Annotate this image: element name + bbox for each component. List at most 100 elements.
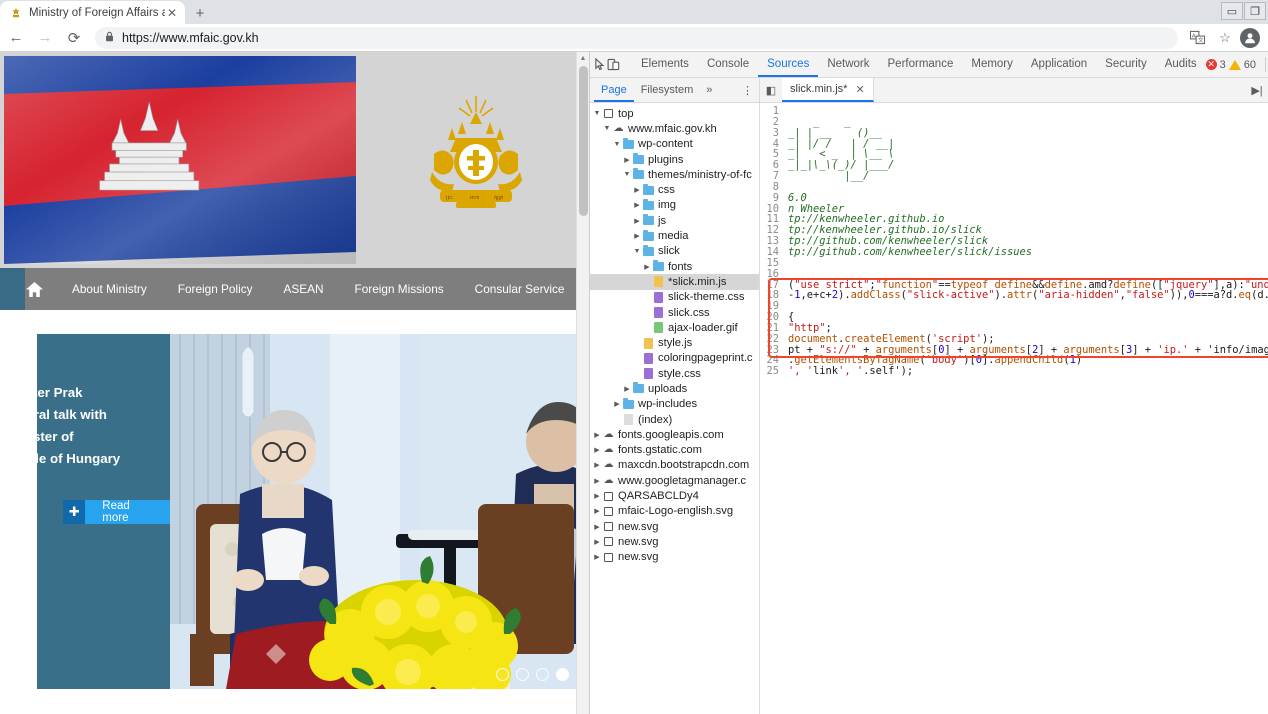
reload-button[interactable]: ⟳: [61, 25, 87, 51]
profile-avatar[interactable]: [1240, 28, 1260, 48]
page-vertical-scrollbar[interactable]: ▲: [576, 52, 589, 714]
devtools-tab-security[interactable]: Security: [1096, 52, 1156, 77]
file-tree-item[interactable]: ▶img: [590, 198, 759, 213]
tree-twisty-icon[interactable]: ▼: [632, 248, 642, 255]
file-tree-item[interactable]: slick.css: [590, 305, 759, 320]
nav-item-about-ministry[interactable]: About Ministry: [72, 282, 147, 296]
navigator-kebab-icon[interactable]: ⋮: [742, 84, 759, 97]
nav-item-consular-service[interactable]: Consular Service: [475, 282, 565, 296]
devtools-tab-application[interactable]: Application: [1022, 52, 1096, 77]
tree-twisty-icon[interactable]: ▶: [632, 232, 642, 240]
devtools-tab-sources[interactable]: Sources: [758, 52, 818, 77]
editor-panel-toggle-icon[interactable]: ◧: [760, 78, 782, 102]
file-tree-item[interactable]: ▶mfaic-Logo-english.svg: [590, 504, 759, 519]
file-tree-item[interactable]: ▶js: [590, 213, 759, 228]
tree-twisty-icon[interactable]: ▼: [592, 110, 602, 117]
source-code-view[interactable]: 12 _ _3_| | __ ()__4_| |/ / | / __|5_| <…: [760, 103, 1268, 713]
tree-twisty-icon[interactable]: ▶: [592, 492, 602, 500]
translate-icon[interactable]: A 文: [1184, 25, 1210, 51]
tree-twisty-icon[interactable]: ▶: [592, 523, 602, 531]
file-tree-item[interactable]: ▶uploads: [590, 381, 759, 396]
tree-twisty-icon[interactable]: ▶: [592, 461, 602, 469]
file-tree-item[interactable]: ▶plugins: [590, 152, 759, 167]
plus-icon[interactable]: ✚: [63, 500, 85, 524]
tree-twisty-icon[interactable]: ▶: [592, 431, 602, 439]
file-tree-item[interactable]: ▶☁www.googletagmanager.c: [590, 473, 759, 488]
maximize-button[interactable]: ❐: [1244, 2, 1266, 20]
scroll-up-arrow-icon[interactable]: ▲: [577, 52, 589, 65]
nav-item-asean[interactable]: ASEAN: [284, 282, 324, 296]
file-tree-item[interactable]: ▶css: [590, 182, 759, 197]
warning-count-badge[interactable]: 60: [1229, 59, 1256, 71]
home-icon[interactable]: [25, 278, 44, 300]
file-tree-item[interactable]: ▼☁www.mfaic.gov.kh: [590, 121, 759, 136]
file-tree-item[interactable]: coloringpageprint.c: [590, 351, 759, 366]
devtools-tab-network[interactable]: Network: [818, 52, 878, 77]
tree-twisty-icon[interactable]: ▶: [592, 553, 602, 561]
navigator-tab-filesystem[interactable]: Filesystem: [634, 78, 701, 102]
tree-twisty-icon[interactable]: ▼: [612, 141, 622, 148]
tree-twisty-icon[interactable]: ▶: [592, 538, 602, 546]
new-tab-button[interactable]: +: [187, 2, 213, 24]
forward-button[interactable]: →: [32, 25, 58, 51]
file-tree-item[interactable]: style.js: [590, 335, 759, 350]
devtools-tab-elements[interactable]: Elements: [632, 52, 698, 77]
read-more-label[interactable]: Read more: [85, 500, 170, 524]
tree-twisty-icon[interactable]: ▶: [622, 156, 632, 164]
tree-twisty-icon[interactable]: ▶: [632, 186, 642, 194]
tree-twisty-icon[interactable]: ▶: [592, 507, 602, 515]
tree-twisty-icon[interactable]: ▶: [592, 477, 602, 485]
back-button[interactable]: ←: [3, 25, 29, 51]
navigator-more-icon[interactable]: »: [700, 84, 718, 96]
file-tree-item[interactable]: style.css: [590, 366, 759, 381]
minimize-button[interactable]: ▭: [1221, 2, 1243, 20]
nav-item-foreign-policy[interactable]: Foreign Policy: [178, 282, 253, 296]
navigator-tab-page[interactable]: Page: [594, 78, 634, 102]
file-tree-item[interactable]: ▶fonts: [590, 259, 759, 274]
tree-twisty-icon[interactable]: ▶: [642, 263, 652, 271]
file-tree-item[interactable]: (index): [590, 412, 759, 427]
error-count-badge[interactable]: ✕ 3: [1206, 59, 1226, 71]
tree-twisty-icon[interactable]: ▶: [632, 201, 642, 209]
device-toolbar-icon[interactable]: [607, 53, 620, 77]
file-tree-item[interactable]: *slick.min.js: [590, 274, 759, 289]
scroll-thumb[interactable]: [579, 66, 588, 216]
file-tree-item[interactable]: ajax-loader.gif: [590, 320, 759, 335]
slide-photo[interactable]: [170, 334, 577, 689]
file-tree-item[interactable]: ▼wp-content: [590, 137, 759, 152]
devtools-tab-audits[interactable]: Audits: [1156, 52, 1206, 77]
tree-twisty-icon[interactable]: ▶: [632, 217, 642, 225]
file-tree-item[interactable]: ▶new.svg: [590, 534, 759, 549]
browser-tab[interactable]: Ministry of Foreign Affairs and ✕: [0, 1, 185, 24]
tree-twisty-icon[interactable]: ▶: [592, 446, 602, 454]
slider-dot-1[interactable]: [496, 668, 509, 681]
inspect-element-icon[interactable]: [594, 53, 607, 77]
file-tree-item[interactable]: ▶wp-includes: [590, 397, 759, 412]
file-tree-item[interactable]: slick-theme.css: [590, 290, 759, 305]
file-tree-item[interactable]: ▶new.svg: [590, 519, 759, 534]
editor-tab-next-icon[interactable]: ▶|: [1246, 78, 1268, 102]
file-tree-item[interactable]: ▼slick: [590, 244, 759, 259]
file-tree-item[interactable]: ▶new.svg: [590, 550, 759, 565]
editor-tab-slick-min-js[interactable]: slick.min.js* ✕: [782, 78, 874, 102]
bookmark-star-icon[interactable]: ☆: [1212, 25, 1238, 51]
editor-tab-close-icon[interactable]: ✕: [855, 83, 864, 96]
devtools-tab-performance[interactable]: Performance: [879, 52, 963, 77]
tree-twisty-icon[interactable]: ▼: [602, 125, 612, 132]
file-tree-item[interactable]: ▶QARSABCLDy4: [590, 488, 759, 503]
slider-dot-2[interactable]: [516, 668, 529, 681]
file-tree-item[interactable]: ▶☁fonts.googleapis.com: [590, 427, 759, 442]
file-tree-item[interactable]: ▶☁maxcdn.bootstrapcdn.com: [590, 458, 759, 473]
address-bar[interactable]: https://www.mfaic.gov.kh: [95, 27, 1178, 49]
file-tree-item[interactable]: ▼top: [590, 106, 759, 121]
tree-twisty-icon[interactable]: ▶: [622, 385, 632, 393]
nav-item-foreign-missions[interactable]: Foreign Missions: [355, 282, 444, 296]
tab-close-icon[interactable]: ✕: [165, 6, 179, 20]
devtools-tab-console[interactable]: Console: [698, 52, 758, 77]
slider-dot-3[interactable]: [536, 668, 549, 681]
file-tree-item[interactable]: ▶media: [590, 228, 759, 243]
read-more-button[interactable]: ✚ Read more: [63, 500, 170, 524]
file-tree-item[interactable]: ▼themes/ministry-of-fc: [590, 167, 759, 182]
tree-twisty-icon[interactable]: ▶: [612, 400, 622, 408]
devtools-tab-memory[interactable]: Memory: [962, 52, 1022, 77]
